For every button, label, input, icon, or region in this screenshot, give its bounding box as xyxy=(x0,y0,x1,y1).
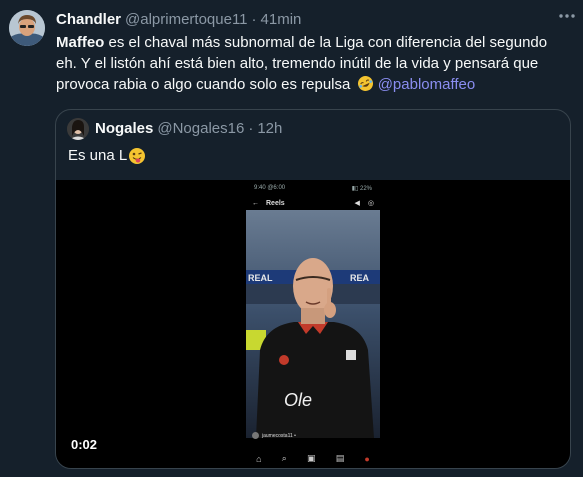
tweet-text-bold: Maffeo xyxy=(56,34,105,51)
phone-status-icons: ▮▯ 22% xyxy=(351,186,372,192)
tweet-timestamp[interactable]: 41min xyxy=(261,11,302,28)
camera-icon: ◎ xyxy=(367,200,374,207)
video-player[interactable]: 9:40 @6:00 ▮▯ 22% ← Reels ◀ ◎ REAL REA O… xyxy=(56,180,570,468)
reel-username: jaumecosta11 • xyxy=(252,432,296,439)
author-handle[interactable]: @alprimertoque11 xyxy=(125,11,248,28)
author-avatar[interactable] xyxy=(9,10,45,46)
quoted-author-handle[interactable]: @Nogales16 xyxy=(157,120,244,137)
quoted-author-name[interactable]: Nogales xyxy=(95,120,153,137)
author-name[interactable]: Chandler xyxy=(56,11,121,28)
video-elapsed-time: 0:02 xyxy=(71,437,98,452)
phone-status-time: 9:40 @6:00 xyxy=(254,185,286,191)
back-arrow-icon: ← xyxy=(252,199,259,207)
video-frame-instagram-reel: 9:40 @6:00 ▮▯ 22% ← Reels ◀ ◎ REAL REA O… xyxy=(246,182,380,468)
quoted-separator-dot: · xyxy=(248,119,254,137)
tweet[interactable]: Chandler @alprimertoque11 · 41min Maffeo… xyxy=(0,0,583,477)
reels-top-bar: ← Reels ◀ ◎ xyxy=(246,196,380,210)
reels-title: Reels xyxy=(266,199,285,207)
avatar-photo xyxy=(9,10,45,46)
reel-bottom-nav: ⌂ ⌕ ▣ ▤ ● xyxy=(246,448,380,468)
reel-username-text: jaumecosta11 • xyxy=(262,432,296,439)
tweet-text: Maffeo es el chaval más subnormal de la … xyxy=(56,32,571,95)
volume-icon: ◀ xyxy=(354,200,360,207)
quoted-tweet-header: Nogales @Nogales16 · 12h xyxy=(95,118,282,138)
separator-dot: · xyxy=(251,10,257,28)
quoted-tweet-card[interactable]: Nogales @Nogales16 · 12h Es una L 9:40 @… xyxy=(55,109,571,469)
winking-tongue-icon xyxy=(128,147,146,165)
profile-icon: ● xyxy=(364,453,370,464)
search-icon: ⌕ xyxy=(281,453,287,463)
mention-link[interactable]: @pablomaffeo xyxy=(378,76,476,93)
more-options-icon[interactable] xyxy=(557,8,577,24)
quoted-tweet-text-body: Es una L xyxy=(68,147,128,164)
phone-status-bar: 9:40 @6:00 ▮▯ 22% xyxy=(246,182,380,196)
home-icon: ⌂ xyxy=(256,453,262,464)
quoted-author-avatar[interactable] xyxy=(67,118,89,140)
reels-icon: ▣ xyxy=(306,453,316,463)
svg-text:REA: REA xyxy=(350,273,370,283)
shop-icon: ▤ xyxy=(335,453,345,463)
svg-text:REAL: REAL xyxy=(248,273,273,283)
reel-user-avatar xyxy=(252,432,259,439)
svg-text:Ole: Ole xyxy=(284,390,312,410)
quoted-tweet-timestamp[interactable]: 12h xyxy=(257,120,282,137)
rolling-on-floor-laughing-icon xyxy=(357,75,374,92)
reel-scene-image: REAL REA Ole xyxy=(246,210,380,438)
quoted-tweet-text: Es una L xyxy=(68,146,146,166)
tweet-header: Chandler @alprimertoque11 · 41min xyxy=(56,9,569,29)
